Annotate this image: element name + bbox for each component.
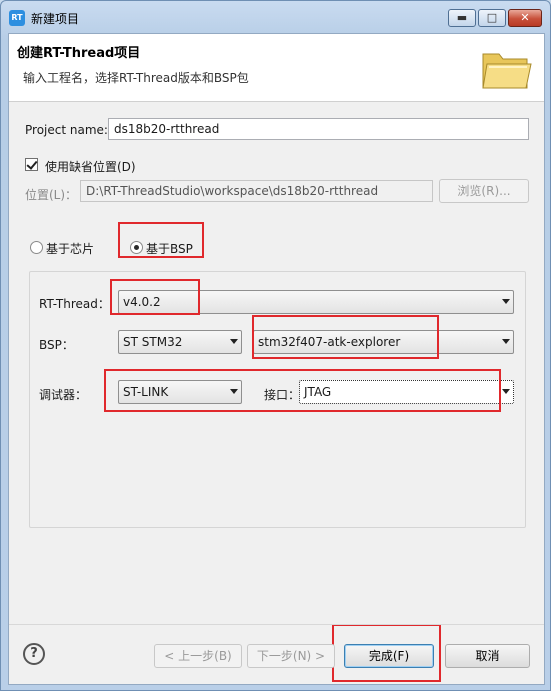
cancel-button[interactable]: 取消	[445, 644, 530, 668]
title-bar[interactable]: RT 新建项目 ▬ □ ✕	[1, 1, 550, 33]
header-banner: 创建RT-Thread项目 输入工程名，选择RT-Thread版本和BSP包	[9, 34, 544, 102]
rtthread-version-label: RT-Thread：	[39, 297, 110, 311]
project-name-input[interactable]: ds18b20-rtthread	[108, 118, 529, 140]
page-description: 输入工程名，选择RT-Thread版本和BSP包	[23, 71, 249, 85]
bsp-vendor-value: ST STM32	[123, 335, 183, 349]
window-title: 新建项目	[31, 12, 80, 26]
chevron-down-icon	[502, 299, 510, 304]
highlight-bsp-board	[252, 315, 439, 359]
back-button[interactable]: < 上一步(B)	[154, 644, 242, 668]
debugger-label: 调试器：	[39, 388, 88, 402]
maximize-button[interactable]: □	[478, 9, 506, 27]
help-icon[interactable]: ?	[23, 643, 45, 665]
chevron-down-icon	[502, 339, 510, 344]
location-input[interactable]: D:\RT-ThreadStudio\workspace\ds18b20-rtt…	[80, 180, 433, 202]
folder-open-icon	[482, 53, 532, 89]
finish-button[interactable]: 完成(F)	[344, 644, 434, 668]
chevron-down-icon	[230, 339, 238, 344]
dialog-window: RT 新建项目 ▬ □ ✕ 创建RT-Thread项目 输入工程名，选择RT-T…	[0, 0, 551, 691]
bsp-vendor-select[interactable]: ST STM32	[118, 330, 242, 354]
highlight-bsp-radio	[118, 222, 204, 258]
app-icon: RT	[9, 10, 25, 26]
location-label: 位置(L)：	[25, 188, 78, 202]
next-button[interactable]: 下一步(N) >	[247, 644, 335, 668]
browse-button[interactable]: 浏览(R)...	[439, 179, 529, 203]
minimize-button[interactable]: ▬	[448, 9, 476, 27]
project-name-label: Project name:	[25, 123, 108, 137]
default-location-checkbox[interactable]	[25, 158, 38, 171]
radio-chip-label[interactable]: 基于芯片	[46, 240, 94, 257]
dialog-body: 创建RT-Thread项目 输入工程名，选择RT-Thread版本和BSP包 P…	[8, 33, 545, 685]
close-button[interactable]: ✕	[508, 9, 542, 27]
default-location-label[interactable]: 使用缺省位置(D)	[45, 158, 136, 175]
chevron-down-icon	[502, 389, 510, 394]
footer-divider	[9, 624, 544, 625]
highlight-debugger-interface	[104, 369, 501, 412]
radio-based-on-chip[interactable]	[30, 241, 43, 254]
page-title: 创建RT-Thread项目	[17, 46, 141, 61]
highlight-rtthread-version	[110, 279, 200, 315]
bsp-label: BSP：	[39, 338, 74, 352]
